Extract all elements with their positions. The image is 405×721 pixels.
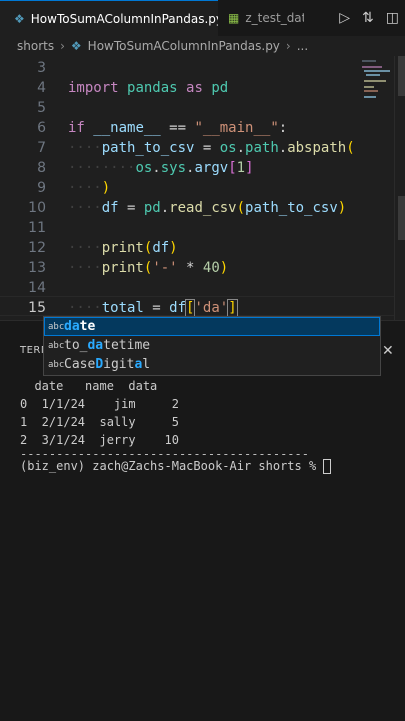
terminal-line: 0 1/1/24 jim 2 — [20, 397, 179, 411]
code-line-7: ····path_to_csv = os.path.abspath( — [68, 140, 355, 156]
suggestion-widget: abc date abc to_datetime abc CaseDigital — [43, 316, 381, 376]
suggestion-item-date[interactable]: abc date — [44, 317, 380, 336]
line-number: 6 — [37, 120, 46, 136]
tab-z-test-data[interactable]: ▦ z_test_data.c — [218, 0, 304, 36]
suggestion-item-casedigital[interactable]: abc CaseDigital — [44, 355, 380, 374]
terminal-cursor — [323, 459, 332, 474]
code-line-12: ····print(df) — [68, 240, 178, 256]
compare-changes-icon[interactable]: ⇅ — [362, 10, 374, 26]
text-kind-icon: abc — [48, 359, 65, 370]
line-number: 9 — [37, 180, 46, 196]
line-number-active: 15 — [28, 300, 46, 316]
code-line-10: ····df = pd.read_csv(path_to_csv) — [68, 200, 347, 216]
line-number: 7 — [37, 140, 46, 156]
tab-howtosumacolumninpandas[interactable]: ❖ HowToSumAColumnInPandas.py U ✕ — [0, 0, 218, 36]
chevron-right-icon: › — [60, 39, 65, 53]
code-line-4: import pandas as pd — [68, 80, 229, 96]
line-number: 8 — [37, 160, 46, 176]
csv-file-icon: ▦ — [228, 11, 240, 25]
line-number: 5 — [37, 100, 46, 116]
line-number: 10 — [28, 200, 46, 216]
code-line-15: ····total = df['da'] — [68, 299, 238, 317]
line-number: 3 — [37, 60, 46, 76]
breadcrumb-more[interactable]: ... — [297, 39, 308, 53]
suggestion-item-to-datetime[interactable]: abc to_datetime — [44, 336, 380, 355]
terminal-line: date name data — [20, 379, 158, 393]
chevron-right-icon: › — [285, 39, 291, 53]
terminal-prompt[interactable]: (biz_env) zach@Zachs-MacBook-Air shorts … — [20, 457, 332, 475]
line-number: 11 — [28, 220, 46, 236]
split-editor-icon[interactable]: ◫ — [386, 10, 399, 26]
python-file-icon: ❖ — [14, 11, 25, 26]
line-number: 13 — [28, 260, 46, 276]
close-icon[interactable]: ✕ — [382, 343, 394, 359]
code-line-13: ····print('-' * 40) — [68, 260, 229, 276]
editor-scrollbar[interactable] — [394, 56, 405, 320]
terminal-line: 1 2/1/24 sally 5 — [20, 415, 179, 429]
editor-tab-bar: ❖ HowToSumAColumnInPandas.py U ✕ ▦ z_tes… — [0, 0, 405, 37]
run-icon[interactable]: ▷ — [339, 10, 350, 26]
code-editor[interactable]: 3 4 5 6 7 8 9 10 11 12 13 14 15 import p… — [0, 56, 405, 320]
breadcrumb-folder[interactable]: shorts — [17, 39, 54, 53]
tab-label: HowToSumAColumnInPandas.py — [30, 11, 218, 26]
python-file-icon: ❖ — [70, 39, 82, 53]
code-line-8: ········os.sys.argv[1] — [68, 160, 254, 176]
breadcrumb-file[interactable]: HowToSumAColumnInPandas.py — [88, 39, 280, 53]
code-line-6: if __name__ == "__main__": — [68, 120, 288, 136]
line-number: 4 — [37, 80, 46, 96]
tab-label: z_test_data.c — [245, 11, 304, 25]
code-line-9: ····) — [68, 180, 111, 196]
breadcrumb: shorts › ❖ HowToSumAColumnInPandas.py › … — [0, 36, 405, 56]
text-kind-icon: abc — [48, 321, 65, 332]
line-number: 14 — [28, 280, 46, 296]
editor-actions: ▷ ⇅ ◫ — [329, 0, 405, 36]
minimap[interactable] — [360, 56, 394, 116]
terminal-panel[interactable]: TERM ✕ date name data 0 1/1/24 jim 2 1 2… — [0, 320, 405, 721]
line-number: 12 — [28, 240, 46, 256]
text-kind-icon: abc — [48, 340, 65, 351]
